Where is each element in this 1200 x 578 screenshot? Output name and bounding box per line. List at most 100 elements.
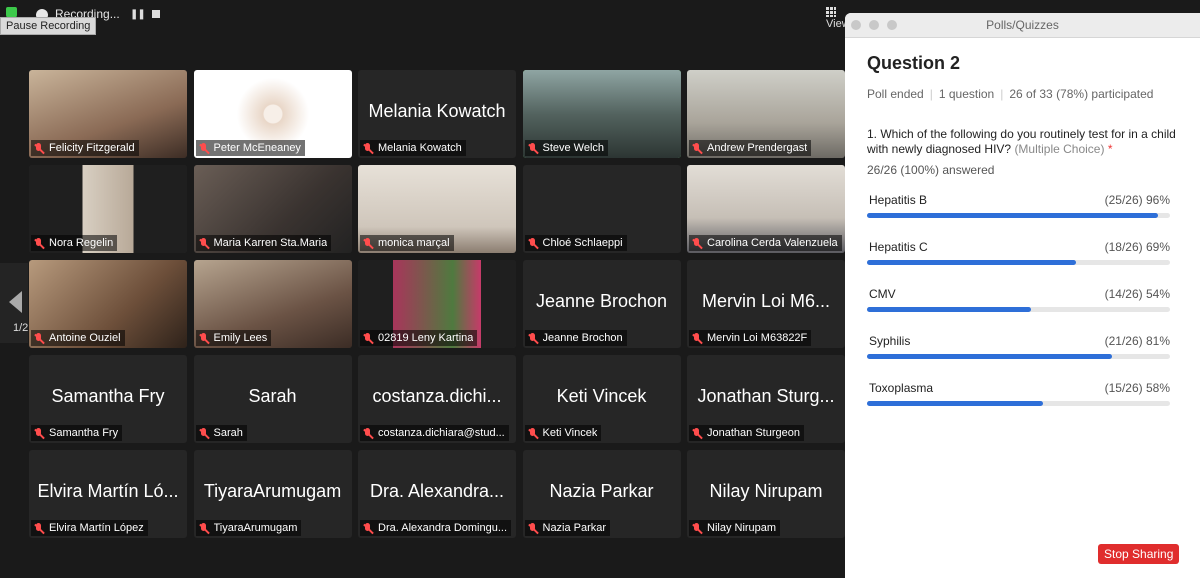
option-label: CMV [869, 287, 896, 301]
participant-name-bar: Carolina Cerda Valenzuela [689, 235, 842, 251]
mic-muted-icon [199, 522, 208, 534]
participant-name: Keti Vincek [542, 427, 598, 439]
option-result: (21/26) 81% [1104, 334, 1170, 348]
participant-tile[interactable]: Maria Karren Sta.Maria [193, 165, 352, 253]
participant-display-name: Samantha Fry [51, 386, 165, 406]
participant-name-bar: Mervin Loi M63822F [689, 330, 812, 346]
option-result: (25/26) 96% [1104, 193, 1170, 207]
participant-name: Maria Karren Sta.Maria [213, 237, 328, 249]
poll-status: Poll ended [867, 87, 924, 101]
participant-display-name: Nazia Parkar [549, 481, 654, 501]
participant-name: Nilay Nirupam [707, 522, 777, 534]
mic-muted-icon [528, 142, 537, 154]
participant-name: Andrew Prendergast [707, 142, 808, 154]
mic-muted-icon [528, 237, 537, 249]
participant-name-bar: Chloé Schlaeppi [524, 235, 627, 251]
participant-display-name: Nilay Nirupam [709, 481, 823, 501]
option-bar-track [867, 354, 1170, 359]
participant-tile[interactable]: Andrew Prendergast [687, 70, 845, 158]
participant-tile[interactable]: Jeanne Brochon Jeanne Brochon [522, 260, 681, 348]
mic-muted-icon [528, 332, 537, 344]
mic-muted-icon [692, 427, 701, 439]
participant-name: Jeanne Brochon [542, 332, 623, 344]
poll-option: Syphilis (21/26) 81% [867, 334, 1170, 374]
participant-tile[interactable]: Steve Welch [522, 70, 681, 158]
minimize-window-button[interactable] [869, 20, 879, 30]
participant-name: Chloé Schlaeppi [542, 237, 623, 249]
participant-tile[interactable]: Mervin Loi M6... Mervin Loi M63822F [687, 260, 845, 348]
option-bar-fill [867, 307, 1031, 312]
participant-tile[interactable]: TiyaraArumugam TiyaraArumugam [193, 450, 352, 538]
participant-name-bar: Antoine Ouziel [31, 330, 125, 346]
participant-tile[interactable]: monica marçal [358, 165, 516, 253]
participant-name: Nazia Parkar [542, 522, 607, 534]
option-bar-fill [867, 354, 1113, 359]
participant-name-bar: Melania Kowatch [360, 140, 466, 156]
participant-display-name: Sarah [248, 386, 297, 406]
participant-name: Steve Welch [542, 142, 605, 154]
option-bar-track [867, 260, 1170, 265]
poll-option: Hepatitis C (18/26) 69% [867, 240, 1170, 280]
close-window-button[interactable] [851, 20, 861, 30]
participant-tile[interactable]: Nora Regelin [29, 165, 187, 253]
stop-sharing-button[interactable]: Stop Sharing [1098, 544, 1180, 564]
panel-title: Polls/Quizzes [986, 18, 1059, 32]
participant-display-name: Elvira Martín Ló... [37, 481, 179, 501]
option-result: (18/26) 69% [1104, 240, 1170, 254]
participant-display-name: costanza.dichi... [372, 386, 502, 406]
participant-tile[interactable]: Peter McEneaney [193, 70, 352, 158]
participant-tile[interactable]: Sarah Sarah [193, 355, 352, 443]
mic-muted-icon [692, 142, 701, 154]
polls-panel: Polls/Quizzes Question 2 Poll ended | 1 qu… [845, 13, 1200, 578]
participant-name: Emily Lees [213, 332, 268, 344]
participant-tile[interactable]: Chloé Schlaeppi [522, 165, 681, 253]
participant-tile[interactable]: Antoine Ouziel [29, 260, 187, 348]
participant-name: Elvira Martín López [49, 522, 144, 534]
participant-tile[interactable]: Elvira Martín Ló... Elvira Martín López [29, 450, 187, 538]
participant-display-name: Keti Vincek [556, 386, 647, 406]
participant-tile[interactable]: Carolina Cerda Valenzuela [687, 165, 845, 253]
participant-name-bar: Samantha Fry [31, 425, 123, 441]
participant-tile[interactable]: costanza.dichi... costanza.dichiara@stud.… [358, 355, 516, 443]
participant-name-bar: Elvira Martín López [31, 520, 148, 536]
mic-muted-icon [199, 142, 208, 154]
participant-tile[interactable]: Samantha Fry Samantha Fry [29, 355, 187, 443]
zoom-window-button[interactable] [887, 20, 897, 30]
mic-muted-icon [34, 522, 43, 534]
participant-tile[interactable]: Nazia Parkar Nazia Parkar [522, 450, 681, 538]
participant-name-bar: Felicity Fitzgerald [31, 140, 139, 156]
mic-muted-icon [363, 427, 372, 439]
participant-display-name: Mervin Loi M6... [701, 291, 831, 311]
participant-tile[interactable]: 02819 Leny Kartina [358, 260, 516, 348]
participant-tile[interactable]: Melania Kowatch Melania Kowatch [358, 70, 516, 158]
participant-tile[interactable]: Felicity Fitzgerald [29, 70, 187, 158]
participant-tile[interactable]: Emily Lees [193, 260, 352, 348]
participant-display-name: Jonathan Sturg... [697, 386, 835, 406]
option-label: Toxoplasma [869, 381, 934, 395]
mic-muted-icon [34, 332, 43, 344]
participant-name-bar: Steve Welch [524, 140, 609, 156]
question-type: (Multiple Choice) [1014, 142, 1105, 156]
option-bar-fill [867, 213, 1158, 218]
participant-name-bar: monica marçal [360, 235, 454, 251]
mic-muted-icon [34, 142, 43, 154]
option-bar-track [867, 307, 1170, 312]
participant-name: 02819 Leny Kartina [378, 332, 474, 344]
mic-muted-icon [199, 237, 208, 249]
participant-name-bar: 02819 Leny Kartina [360, 330, 478, 346]
participant-tile[interactable]: Nilay Nirupam Nilay Nirupam [687, 450, 845, 538]
participant-name: Nora Regelin [49, 237, 114, 249]
participant-name: Mervin Loi M63822F [707, 332, 808, 344]
mic-muted-icon [692, 332, 701, 344]
stop-icon[interactable] [152, 10, 160, 18]
participant-tile[interactable]: Dra. Alexandra... Dra. Alexandra Domingu.… [358, 450, 516, 538]
participant-display-name: Dra. Alexandra... [369, 481, 505, 501]
pause-icon[interactable]: ❚❚ [130, 9, 146, 20]
participant-name-bar: TiyaraArumugam [195, 520, 302, 536]
participant-tile[interactable]: Jonathan Sturg... Jonathan Sturgeon [687, 355, 845, 443]
option-bar-fill [867, 401, 1043, 406]
participant-name-bar: Keti Vincek [524, 425, 602, 441]
option-label: Syphilis [869, 334, 911, 348]
participant-tile[interactable]: Keti Vincek Keti Vincek [522, 355, 681, 443]
participant-name-bar: Peter McEneaney [195, 140, 305, 156]
